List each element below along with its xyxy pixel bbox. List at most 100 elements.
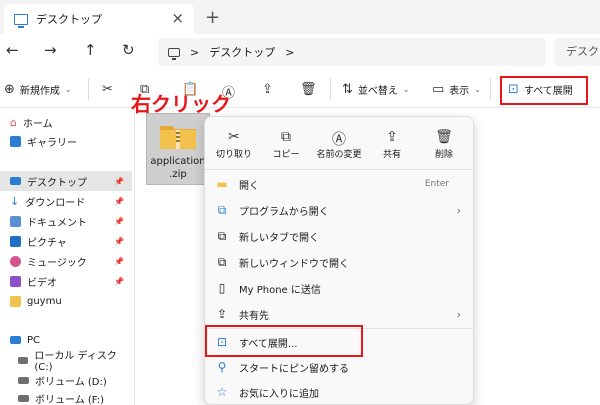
sidebar-item-label: ホーム <box>22 118 53 130</box>
view-icon: ▭ <box>432 82 445 97</box>
delete-icon: 🗑 <box>435 129 453 145</box>
forward-arrow-icon[interactable]: → <box>44 41 57 59</box>
up-arrow-icon[interactable]: ↑ <box>84 41 97 59</box>
sort-icon: ⇅ <box>342 82 353 97</box>
navigation-bar: ← → ↑ ↻ > デスクトップ > デスクト <box>0 34 600 70</box>
menu-item-label: プログラムから開く <box>239 206 329 218</box>
chevron-down-icon: ⌄ <box>64 85 72 94</box>
zip-file-item[interactable]: application .zip <box>146 113 210 185</box>
sidebar-item-music[interactable]: ミュージック 📌 <box>0 251 132 271</box>
desktop-icon <box>14 13 28 28</box>
cut-button[interactable]: ✂ 切り取り <box>209 129 259 160</box>
cut-icon: ✂ <box>228 129 240 145</box>
menu-item-open-with[interactable]: ⧉ プログラムから開く › <box>213 199 465 221</box>
share-label: 共有 <box>382 150 401 160</box>
view-label: 表示 <box>449 86 470 97</box>
menu-item-pin-to-start[interactable]: ⚲ スタートにピン留めする <box>213 356 465 378</box>
tab-desktop[interactable]: デスクトップ × <box>4 4 194 34</box>
sidebar-item-label: ドキュメント <box>27 217 87 229</box>
pin-icon: ⚲ <box>217 360 227 374</box>
pin-icon[interactable]: 📌 <box>114 257 124 266</box>
menu-item-label: 新しいウィンドウで開く <box>239 258 349 270</box>
menu-item-share-with[interactable]: ⇪ 共有先 › <box>213 303 465 325</box>
search-input[interactable]: デスクト <box>554 38 600 66</box>
copy-button[interactable]: ⧉ コピー <box>261 129 311 160</box>
view-button[interactable]: ▭ 表示 ⌄ <box>432 82 481 97</box>
navigation-pane: ⌂ ホーム ギャラリー デスクトップ 📌 ↓ ダウンロード 📌 ドキュメント 📌… <box>0 108 135 405</box>
sidebar-item-label: ミュージック <box>27 257 87 269</box>
refresh-icon[interactable]: ↻ <box>122 41 135 59</box>
music-icon <box>10 255 21 267</box>
share-icon: ⇪ <box>386 129 398 145</box>
highlight-box-menu <box>205 325 363 357</box>
file-name-line2: .zip <box>169 169 187 180</box>
tab-bar: デスクトップ × + <box>0 0 600 34</box>
close-tab-icon[interactable]: × <box>171 9 184 27</box>
new-button[interactable]: ⊕ 新規作成 ⌄ <box>4 82 72 97</box>
drive-icon <box>18 376 29 384</box>
menu-item-open-new-window[interactable]: ⧉ 新しいウィンドウで開く <box>213 251 465 273</box>
sidebar-item-label: ギャラリー <box>27 137 77 149</box>
menu-item-label: 開く <box>239 180 259 192</box>
pin-icon[interactable]: 📌 <box>114 217 124 226</box>
sidebar-item-label: ピクチャ <box>27 237 67 249</box>
sidebar-item-videos[interactable]: ビデオ 📌 <box>0 271 132 291</box>
sidebar-item-label: ダウンロード <box>25 197 86 209</box>
pin-icon[interactable]: 📌 <box>114 237 124 246</box>
sort-label: 並べ替え <box>357 86 398 97</box>
breadcrumb-desktop[interactable]: デスクトップ <box>209 44 275 60</box>
new-label: 新規作成 <box>19 86 60 97</box>
share-icon[interactable]: ⇪ <box>262 82 273 97</box>
back-arrow-icon[interactable]: ← <box>6 41 19 59</box>
drive-icon <box>18 394 29 402</box>
pin-icon[interactable]: 📌 <box>114 177 124 186</box>
sidebar-item-guymu[interactable]: guymu <box>0 291 132 311</box>
folder-icon <box>10 295 21 307</box>
plus-circle-icon: ⊕ <box>4 82 15 97</box>
sidebar-item-pictures[interactable]: ピクチャ 📌 <box>0 231 132 251</box>
sidebar-item-documents[interactable]: ドキュメント 📌 <box>0 211 132 231</box>
pin-icon[interactable]: 📌 <box>114 197 124 206</box>
rename-icon: Ⓐ <box>332 132 346 148</box>
menu-item-open[interactable]: ▬ 開く Enter <box>213 173 465 195</box>
pc-icon <box>10 336 21 344</box>
sidebar-item-label: ボリューム (F:) <box>35 394 105 405</box>
cut-label: 切り取り <box>215 150 252 160</box>
phone-icon: ▯ <box>218 281 226 295</box>
divider <box>330 78 331 100</box>
sidebar-item-drive-d[interactable]: ボリューム (D:) <box>0 370 132 390</box>
copy-icon: ⧉ <box>281 129 291 145</box>
delete-button[interactable]: 🗑 削除 <box>419 129 469 160</box>
sidebar-item-label: guymu <box>27 295 62 307</box>
sidebar-item-downloads[interactable]: ↓ ダウンロード 📌 <box>0 191 132 211</box>
sidebar-item-gallery[interactable]: ギャラリー <box>0 131 132 151</box>
sort-button[interactable]: ⇅ 並べ替え ⌄ <box>342 82 410 97</box>
zip-folder-icon <box>160 126 196 149</box>
pin-icon[interactable]: 📌 <box>114 277 124 286</box>
sidebar-item-desktop[interactable]: デスクトップ 📌 <box>0 171 132 191</box>
rename-button[interactable]: Ⓐ 名前の変更 <box>313 129 365 160</box>
delete-icon[interactable]: 🗑 <box>300 82 317 97</box>
share-button[interactable]: ⇪ 共有 <box>367 129 417 160</box>
menu-item-send-to-phone[interactable]: ▯ My Phone に送信 <box>213 277 465 299</box>
breadcrumb-separator[interactable]: > <box>285 46 294 59</box>
sidebar-item-home[interactable]: ⌂ ホーム <box>0 112 132 132</box>
menu-item-add-favorites[interactable]: ☆ お気に入りに追加 <box>213 381 465 403</box>
sidebar-item-drive-c[interactable]: ローカル ディスク (C:) <box>0 350 132 373</box>
home-icon: ⌂ <box>10 115 17 129</box>
sidebar-item-label: ビデオ <box>27 277 57 289</box>
sidebar-item-drive-f[interactable]: ボリューム (F:) <box>0 388 132 405</box>
new-tab-icon[interactable]: + <box>205 7 220 28</box>
new-window-icon: ⧉ <box>217 254 227 269</box>
chevron-down-icon: ⌄ <box>402 85 410 94</box>
menu-item-label: 新しいタブで開く <box>239 232 319 244</box>
sidebar-item-label: デスクトップ <box>27 177 87 189</box>
file-name-line1: application <box>150 156 206 167</box>
sidebar-item-label: PC <box>27 334 41 346</box>
cut-icon[interactable]: ✂ <box>102 82 113 97</box>
address-bar[interactable]: > デスクトップ > <box>158 38 546 66</box>
share-with-icon: ⇪ <box>216 307 228 321</box>
menu-item-open-new-tab[interactable]: ⧉ 新しいタブで開く <box>213 225 465 247</box>
menu-item-label: 共有先 <box>239 310 269 322</box>
tab-title: デスクトップ <box>36 13 102 26</box>
